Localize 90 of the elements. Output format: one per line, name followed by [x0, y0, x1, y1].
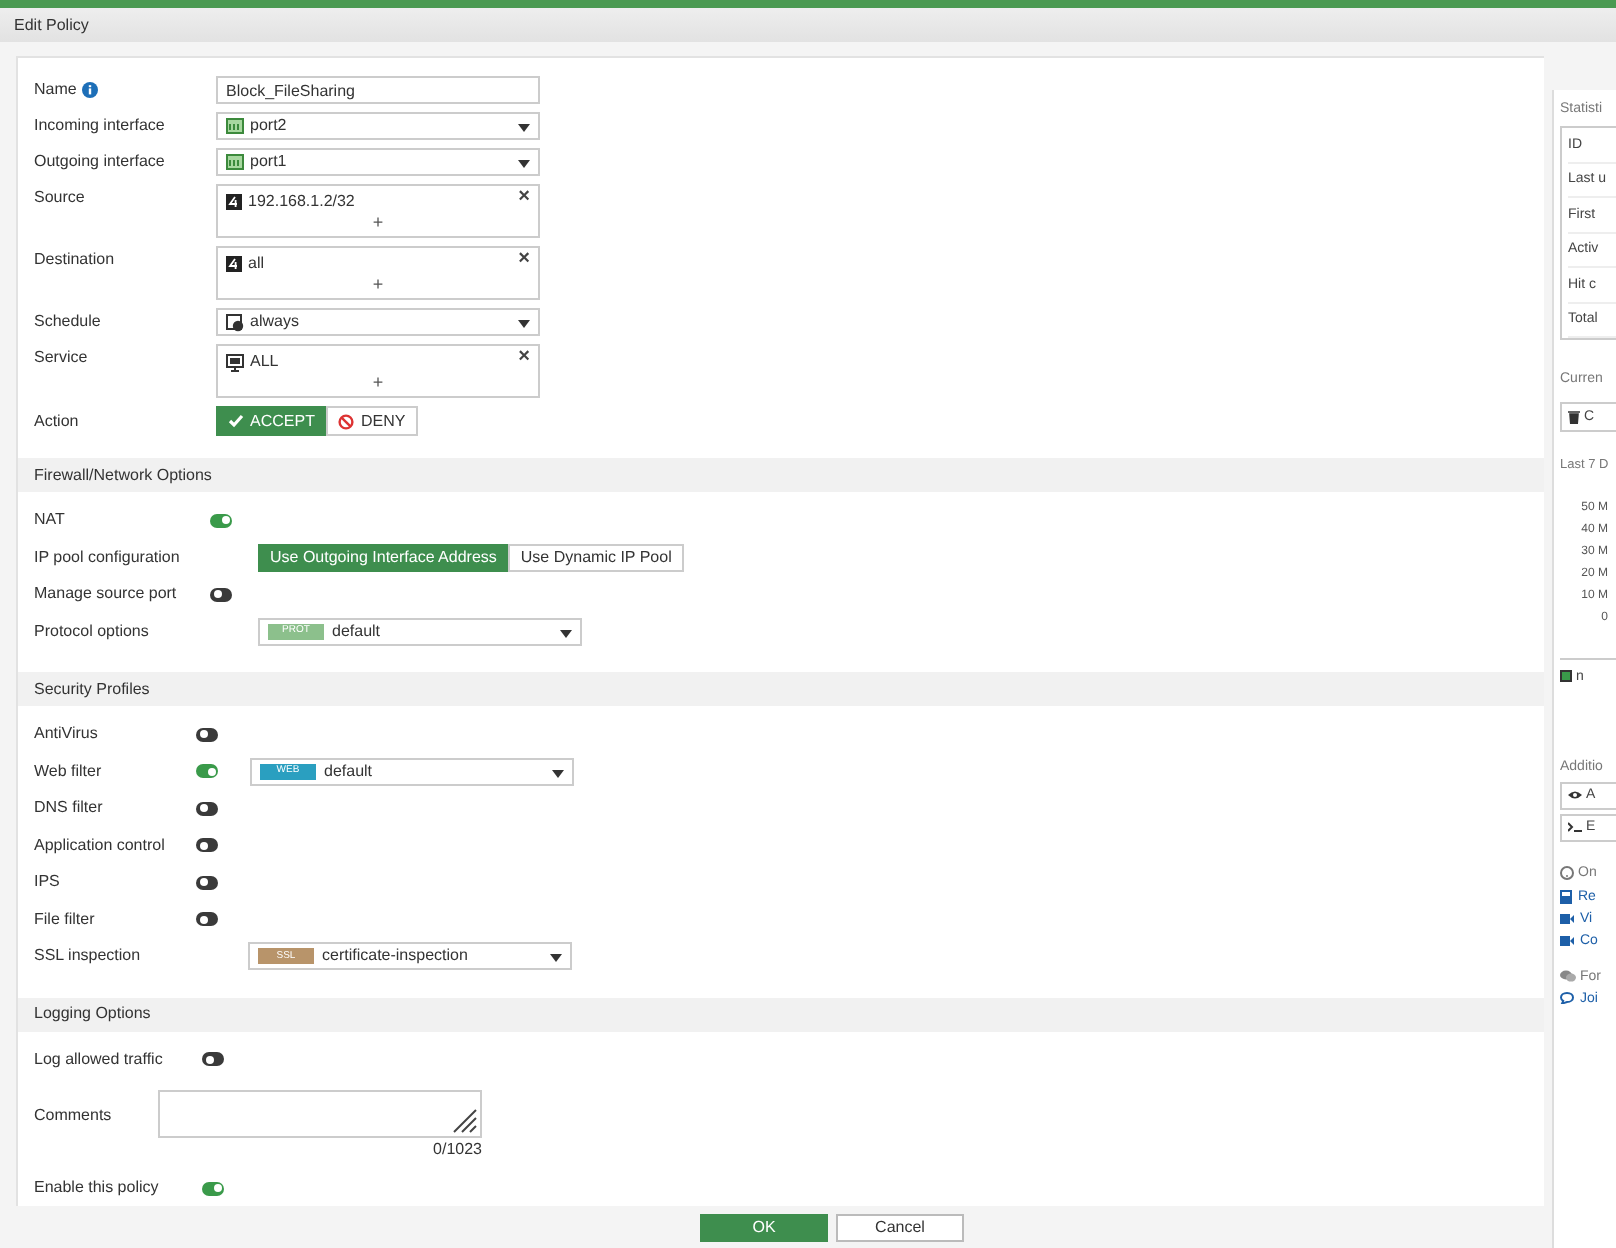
toggle-switch[interactable]	[196, 875, 218, 890]
cancel-button[interactable]: Cancel	[836, 1213, 964, 1241]
dropdown-select[interactable]: port2	[216, 112, 540, 140]
option-label: Web filter	[34, 759, 104, 784]
field-label: Incoming interface	[34, 114, 165, 138]
entry-value: all	[248, 252, 265, 276]
remove-entry-button[interactable]: ×	[518, 188, 530, 208]
resize-handle-icon	[450, 1106, 478, 1134]
select-value: port2	[250, 114, 287, 138]
eye-icon	[1568, 790, 1582, 800]
address-icon	[226, 194, 242, 210]
toggle-switch[interactable]	[210, 513, 232, 528]
ip-pool-option[interactable]: Use Dynamic IP Pool	[508, 543, 684, 572]
option-label: IP pool configuration	[34, 545, 182, 570]
select-value: port1	[250, 150, 287, 174]
action-option[interactable]: ACCEPT	[216, 406, 327, 436]
video-camera-icon	[1560, 935, 1574, 945]
character-counter: 0/1023	[433, 1138, 482, 1162]
network-port-icon	[226, 154, 244, 170]
field-label: Service	[34, 346, 88, 370]
section-title: Security Profiles	[34, 677, 150, 701]
option-label: AntiVirus	[34, 722, 100, 747]
add-entry-button[interactable]: +	[372, 374, 384, 392]
name-input[interactable]: Block_FileSharing	[216, 76, 540, 104]
field-label: Source	[34, 186, 85, 210]
caret-icon	[518, 160, 530, 168]
option-label: NAT	[34, 508, 67, 533]
profile-value: default	[332, 619, 381, 644]
remove-entry-button[interactable]: ×	[518, 348, 530, 368]
field-label: Outgoing interface	[34, 150, 165, 174]
dropdown-select[interactable]: always	[216, 308, 540, 336]
add-entry-button[interactable]: +	[372, 276, 384, 294]
toggle-switch[interactable]	[196, 838, 218, 853]
option-label: Comments	[34, 1104, 114, 1128]
chat-bubbles-icon	[1560, 970, 1576, 982]
legend-swatch	[1560, 670, 1572, 682]
option-label: DNS filter	[34, 796, 105, 821]
check-icon	[228, 414, 244, 428]
terminal-icon	[1568, 822, 1582, 832]
book-icon	[1560, 889, 1572, 903]
video-camera-icon	[1560, 913, 1574, 923]
option-label: Manage source port	[34, 582, 179, 607]
option-label: Log allowed traffic	[34, 1047, 165, 1072]
toggle-switch[interactable]	[210, 587, 232, 602]
ip-pool-option[interactable]: Use Outgoing Interface Address	[258, 543, 509, 572]
action-option[interactable]: DENY	[326, 406, 418, 436]
toggle-switch[interactable]	[196, 801, 218, 816]
toggle-switch[interactable]	[196, 912, 218, 927]
option-label: Application control	[34, 833, 167, 858]
monitor-icon	[226, 353, 244, 371]
option-label: IPS	[34, 870, 62, 895]
profile-value: certificate-inspection	[322, 944, 468, 969]
option-label: Protocol options	[34, 619, 151, 644]
dropdown-select[interactable]: port1	[216, 148, 540, 176]
address-icon	[226, 256, 242, 272]
address-list-field[interactable]: ALL × +	[216, 344, 540, 398]
field-label: Schedule	[34, 310, 101, 334]
field-label: Action	[34, 409, 79, 433]
select-value: always	[250, 310, 299, 334]
entry-value: ALL	[250, 350, 279, 374]
caret-icon	[518, 124, 530, 132]
option-label: File filter	[34, 907, 97, 932]
address-list-field[interactable]: 192.168.1.2/32 × +	[216, 184, 540, 238]
address-list-field[interactable]: all × +	[216, 246, 540, 300]
caret-icon	[518, 320, 530, 328]
ok-button[interactable]: OK	[700, 1213, 828, 1241]
remove-entry-button[interactable]: ×	[518, 250, 530, 270]
add-entry-button[interactable]: +	[372, 214, 384, 232]
toggle-switch[interactable]	[202, 1181, 224, 1196]
window-title: Edit Policy	[14, 13, 89, 37]
calendar-clock-icon	[226, 313, 244, 331]
help-icon	[1560, 865, 1574, 879]
block-icon	[338, 413, 355, 429]
caret-icon	[552, 769, 564, 778]
network-port-icon	[226, 118, 244, 134]
entry-value: 192.168.1.2/32	[248, 190, 355, 214]
profile-value: default	[324, 759, 373, 784]
toggle-switch[interactable]	[202, 1052, 224, 1067]
speech-bubble-icon	[1560, 992, 1574, 1004]
trash-icon	[1568, 410, 1580, 424]
caret-icon	[550, 954, 562, 963]
option-label: Enable this policy	[34, 1176, 161, 1201]
section-title: Firewall/Network Options	[34, 463, 212, 487]
field-label: Destination	[34, 248, 115, 272]
option-label: SSL inspection	[34, 944, 143, 969]
toggle-switch[interactable]	[196, 727, 218, 742]
toggle-switch[interactable]	[196, 764, 218, 779]
caret-icon	[560, 629, 572, 638]
field-label: Name	[34, 78, 77, 102]
section-title: Logging Options	[34, 1002, 151, 1026]
